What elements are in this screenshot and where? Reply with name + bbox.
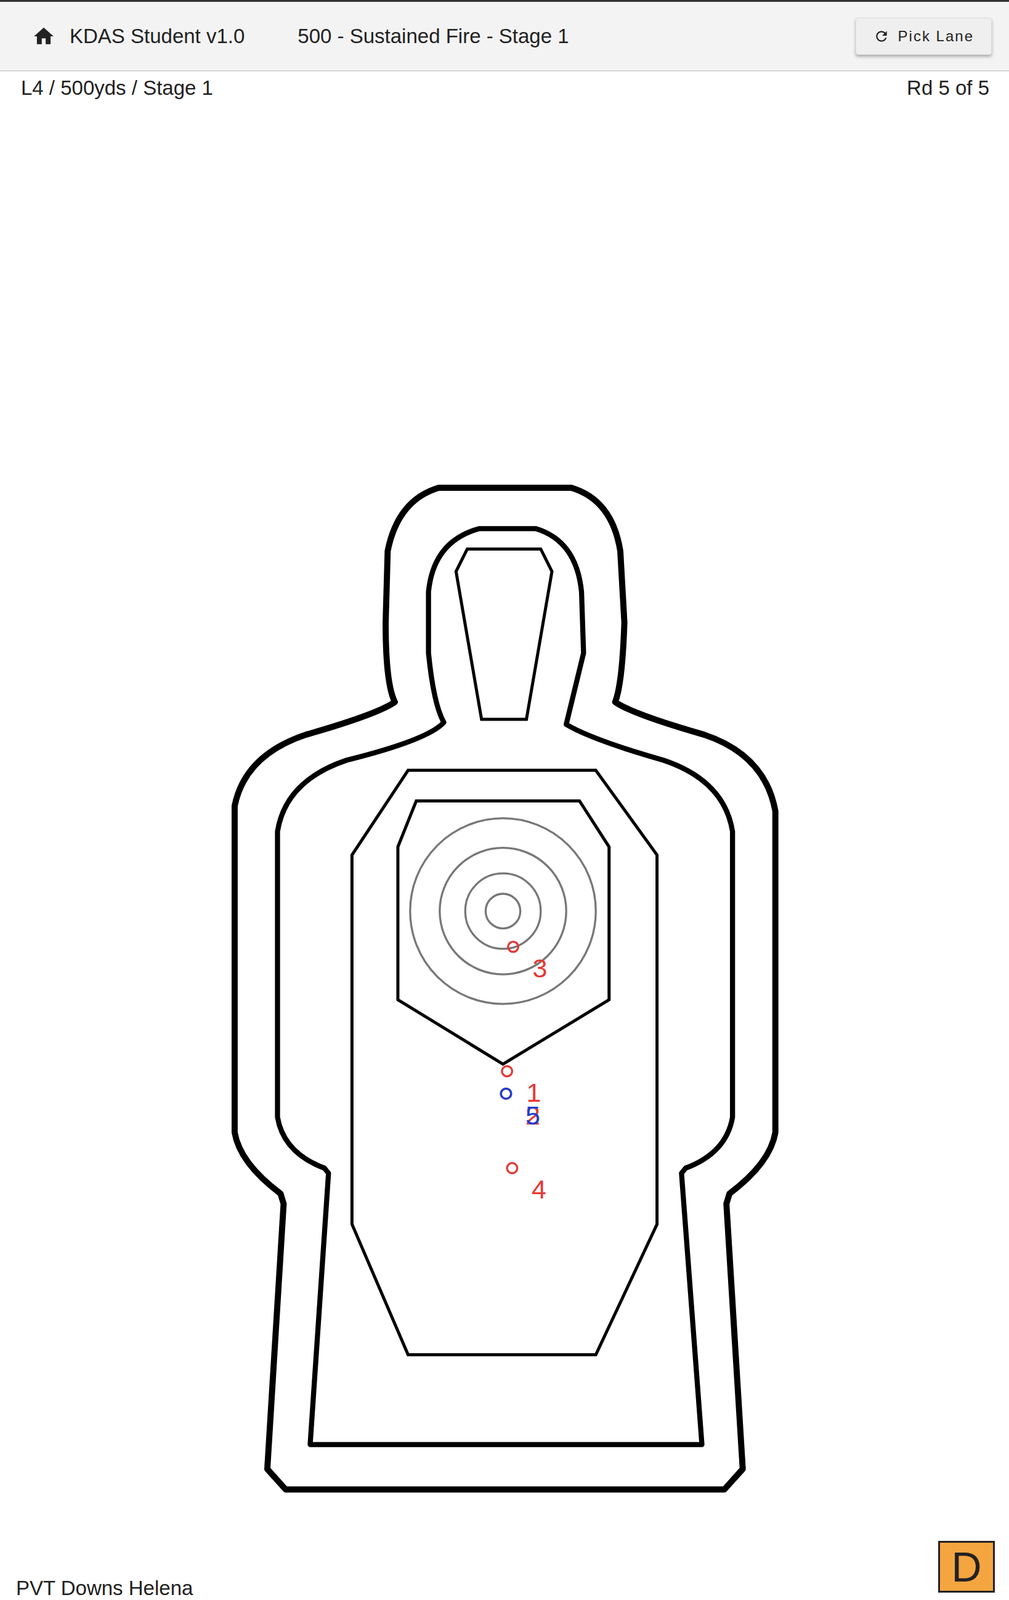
app-title: KDAS Student v1.0: [69, 24, 245, 49]
shot-number: 2: [525, 1100, 541, 1131]
shot: 5: [500, 1089, 541, 1131]
scoring-ring: [410, 818, 596, 1005]
target[interactable]: 12345: [0, 102, 1009, 1542]
body-zone: [351, 770, 657, 1356]
lane-info: L4 / 500yds / Stage 1: [20, 76, 214, 100]
scoring-ring: [485, 893, 520, 929]
student-name: PVT Downs Helena: [16, 1576, 193, 1600]
pick-lane-label: Pick Lane: [898, 27, 974, 45]
shot-mark: [500, 1089, 512, 1100]
chest-zone: [397, 801, 610, 1065]
home-icon[interactable]: [32, 24, 56, 49]
grade-badge: D: [938, 1541, 995, 1593]
round-counter: Rd 5 of 5: [906, 76, 990, 100]
shot-mark: [502, 1066, 513, 1077]
sub-bar: L4 / 500yds / Stage 1 Rd 5 of 5: [0, 71, 1009, 103]
shot-number: 3: [532, 953, 548, 984]
shot-number: 4: [531, 1174, 547, 1205]
page: KDAS Student v1.0 500 - Sustained Fire - …: [0, 0, 1009, 1600]
shot-mark: [506, 1162, 518, 1174]
pick-lane-button[interactable]: Pick Lane: [855, 17, 992, 55]
title-group: KDAS Student v1.0 500 - Sustained Fire - …: [32, 24, 570, 49]
outer-silhouette: [234, 487, 776, 1490]
shot: 3: [508, 941, 548, 984]
refresh-icon: [873, 28, 890, 45]
shot: 2: [500, 1089, 541, 1131]
shot-mark: [500, 1089, 512, 1100]
footer: PVT Downs Helena D: [0, 1541, 1009, 1600]
head-box: [455, 548, 552, 720]
inner-silhouette: [277, 528, 733, 1445]
top-bar: KDAS Student v1.0 500 - Sustained Fire - …: [0, 0, 1009, 72]
target-canvas: 12345: [0, 102, 1009, 1542]
shot: 4: [506, 1162, 547, 1205]
shot-number: 5: [525, 1100, 541, 1131]
course-title: 500 - Sustained Fire - Stage 1: [297, 24, 569, 49]
shot-mark: [508, 941, 519, 953]
scoring-ring: [465, 873, 541, 950]
